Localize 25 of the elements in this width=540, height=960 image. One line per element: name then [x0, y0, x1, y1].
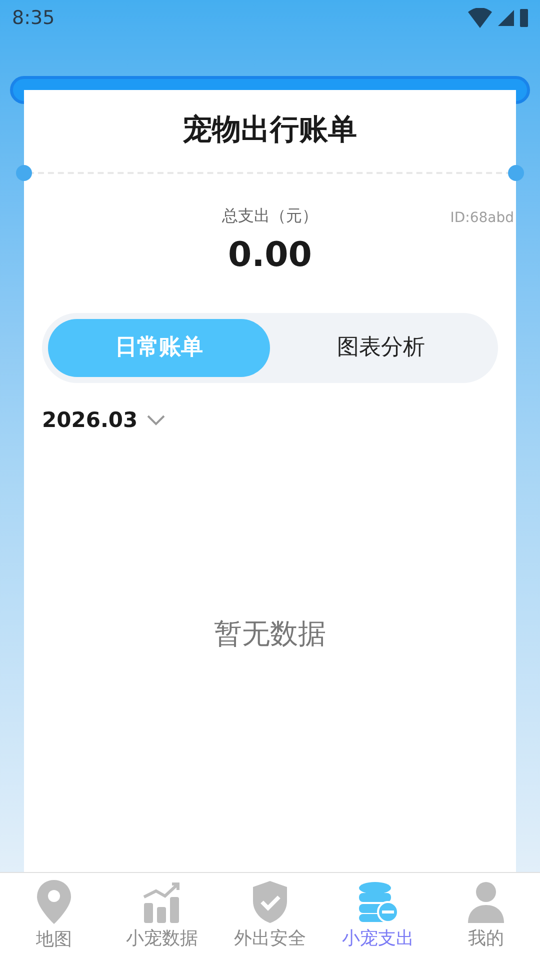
- empty-text: 暂无数据: [214, 616, 326, 652]
- bar-chart-icon: [142, 881, 182, 923]
- database-minus-icon: [358, 881, 398, 923]
- total-label: 总支出（元）: [222, 204, 318, 226]
- nav-tab[interactable]: 小宠支出: [324, 873, 432, 960]
- nav-tab[interactable]: 小宠数据: [108, 873, 216, 960]
- notch: [16, 164, 32, 180]
- total-amount: 0.00: [227, 234, 313, 276]
- signal-icon: [498, 10, 514, 26]
- nav-tab[interactable]: 外出安全: [216, 873, 324, 960]
- location-pin-icon: [36, 880, 72, 924]
- segment-tab[interactable]: 日常账单: [48, 318, 270, 376]
- nav-tab[interactable]: 我的: [432, 873, 540, 960]
- wifi-icon: [468, 8, 492, 28]
- notch: [508, 164, 524, 180]
- nav-tab[interactable]: 地图: [0, 873, 108, 960]
- status-time: 8:35: [12, 6, 55, 31]
- user-icon: [466, 881, 506, 923]
- month-picker[interactable]: 2026.03: [42, 404, 166, 436]
- battery-icon: [520, 9, 528, 27]
- card-title: 宠物出行账单: [182, 111, 358, 148]
- id-label: ID:68abd: [450, 208, 514, 228]
- shield-check-icon: [252, 881, 288, 923]
- chevron-down-icon: [146, 414, 166, 426]
- segment-tab[interactable]: 图表分析: [270, 318, 492, 376]
